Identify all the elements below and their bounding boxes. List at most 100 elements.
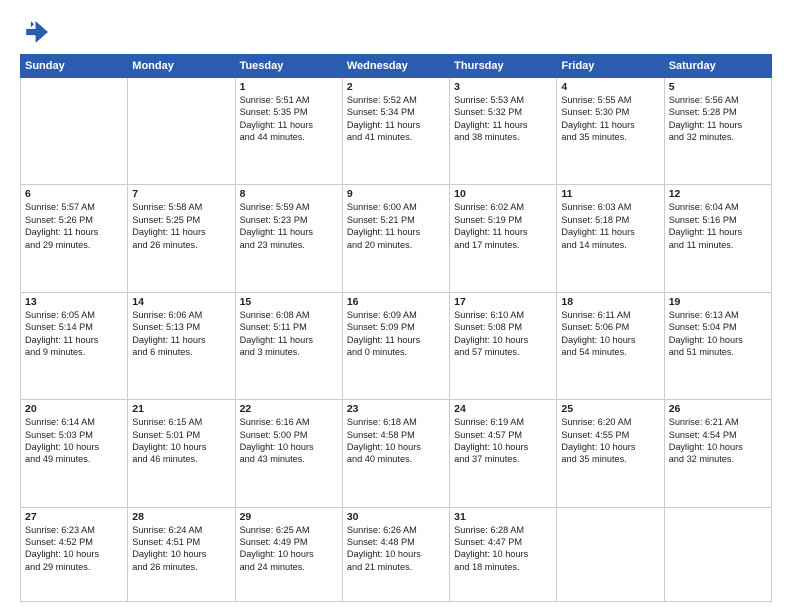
day-info: Sunrise: 6:00 AM Sunset: 5:21 PM Dayligh… [347,201,445,251]
day-cell: 11Sunrise: 6:03 AM Sunset: 5:18 PM Dayli… [557,185,664,292]
day-cell: 18Sunrise: 6:11 AM Sunset: 5:06 PM Dayli… [557,292,664,399]
logo [20,18,52,46]
day-cell: 2Sunrise: 5:52 AM Sunset: 5:34 PM Daylig… [342,78,449,185]
day-number: 2 [347,81,445,93]
day-number: 10 [454,188,552,200]
day-info: Sunrise: 5:57 AM Sunset: 5:26 PM Dayligh… [25,201,123,251]
day-number: 17 [454,296,552,308]
day-number: 23 [347,403,445,415]
day-number: 29 [240,511,338,523]
day-cell: 10Sunrise: 6:02 AM Sunset: 5:19 PM Dayli… [450,185,557,292]
day-info: Sunrise: 6:08 AM Sunset: 5:11 PM Dayligh… [240,309,338,359]
day-info: Sunrise: 6:05 AM Sunset: 5:14 PM Dayligh… [25,309,123,359]
day-cell: 30Sunrise: 6:26 AM Sunset: 4:48 PM Dayli… [342,507,449,601]
day-number: 19 [669,296,767,308]
day-number: 21 [132,403,230,415]
day-number: 1 [240,81,338,93]
day-number: 28 [132,511,230,523]
day-info: Sunrise: 6:04 AM Sunset: 5:16 PM Dayligh… [669,201,767,251]
day-cell: 24Sunrise: 6:19 AM Sunset: 4:57 PM Dayli… [450,400,557,507]
day-number: 31 [454,511,552,523]
day-cell: 21Sunrise: 6:15 AM Sunset: 5:01 PM Dayli… [128,400,235,507]
day-cell: 9Sunrise: 6:00 AM Sunset: 5:21 PM Daylig… [342,185,449,292]
day-info: Sunrise: 6:02 AM Sunset: 5:19 PM Dayligh… [454,201,552,251]
day-cell: 3Sunrise: 5:53 AM Sunset: 5:32 PM Daylig… [450,78,557,185]
weekday-header-sunday: Sunday [21,55,128,78]
page: SundayMondayTuesdayWednesdayThursdayFrid… [0,0,792,612]
day-info: Sunrise: 6:26 AM Sunset: 4:48 PM Dayligh… [347,524,445,574]
day-info: Sunrise: 6:25 AM Sunset: 4:49 PM Dayligh… [240,524,338,574]
day-info: Sunrise: 6:06 AM Sunset: 5:13 PM Dayligh… [132,309,230,359]
day-number: 24 [454,403,552,415]
header [20,18,772,46]
day-number: 13 [25,296,123,308]
day-cell: 16Sunrise: 6:09 AM Sunset: 5:09 PM Dayli… [342,292,449,399]
day-cell: 7Sunrise: 5:58 AM Sunset: 5:25 PM Daylig… [128,185,235,292]
day-info: Sunrise: 6:16 AM Sunset: 5:00 PM Dayligh… [240,416,338,466]
day-info: Sunrise: 6:28 AM Sunset: 4:47 PM Dayligh… [454,524,552,574]
day-number: 3 [454,81,552,93]
day-cell: 5Sunrise: 5:56 AM Sunset: 5:28 PM Daylig… [664,78,771,185]
day-cell: 26Sunrise: 6:21 AM Sunset: 4:54 PM Dayli… [664,400,771,507]
day-info: Sunrise: 6:21 AM Sunset: 4:54 PM Dayligh… [669,416,767,466]
day-number: 20 [25,403,123,415]
day-info: Sunrise: 6:13 AM Sunset: 5:04 PM Dayligh… [669,309,767,359]
day-cell: 14Sunrise: 6:06 AM Sunset: 5:13 PM Dayli… [128,292,235,399]
day-cell: 25Sunrise: 6:20 AM Sunset: 4:55 PM Dayli… [557,400,664,507]
day-number: 30 [347,511,445,523]
day-cell: 1Sunrise: 5:51 AM Sunset: 5:35 PM Daylig… [235,78,342,185]
weekday-header-thursday: Thursday [450,55,557,78]
day-cell: 29Sunrise: 6:25 AM Sunset: 4:49 PM Dayli… [235,507,342,601]
day-cell: 31Sunrise: 6:28 AM Sunset: 4:47 PM Dayli… [450,507,557,601]
day-cell: 22Sunrise: 6:16 AM Sunset: 5:00 PM Dayli… [235,400,342,507]
calendar-table: SundayMondayTuesdayWednesdayThursdayFrid… [20,54,772,602]
day-info: Sunrise: 6:10 AM Sunset: 5:08 PM Dayligh… [454,309,552,359]
week-row-2: 6Sunrise: 5:57 AM Sunset: 5:26 PM Daylig… [21,185,772,292]
weekday-header-wednesday: Wednesday [342,55,449,78]
day-cell: 15Sunrise: 6:08 AM Sunset: 5:11 PM Dayli… [235,292,342,399]
day-cell: 20Sunrise: 6:14 AM Sunset: 5:03 PM Dayli… [21,400,128,507]
day-info: Sunrise: 6:03 AM Sunset: 5:18 PM Dayligh… [561,201,659,251]
week-row-4: 20Sunrise: 6:14 AM Sunset: 5:03 PM Dayli… [21,400,772,507]
day-number: 22 [240,403,338,415]
day-number: 15 [240,296,338,308]
day-cell: 27Sunrise: 6:23 AM Sunset: 4:52 PM Dayli… [21,507,128,601]
day-cell: 13Sunrise: 6:05 AM Sunset: 5:14 PM Dayli… [21,292,128,399]
day-number: 9 [347,188,445,200]
weekday-header-tuesday: Tuesday [235,55,342,78]
day-number: 5 [669,81,767,93]
day-number: 7 [132,188,230,200]
weekday-header-friday: Friday [557,55,664,78]
day-number: 14 [132,296,230,308]
weekday-header-row: SundayMondayTuesdayWednesdayThursdayFrid… [21,55,772,78]
day-info: Sunrise: 5:59 AM Sunset: 5:23 PM Dayligh… [240,201,338,251]
day-info: Sunrise: 5:51 AM Sunset: 5:35 PM Dayligh… [240,94,338,144]
week-row-5: 27Sunrise: 6:23 AM Sunset: 4:52 PM Dayli… [21,507,772,601]
day-info: Sunrise: 5:55 AM Sunset: 5:30 PM Dayligh… [561,94,659,144]
day-number: 18 [561,296,659,308]
day-number: 12 [669,188,767,200]
day-info: Sunrise: 6:11 AM Sunset: 5:06 PM Dayligh… [561,309,659,359]
day-cell: 17Sunrise: 6:10 AM Sunset: 5:08 PM Dayli… [450,292,557,399]
day-info: Sunrise: 6:23 AM Sunset: 4:52 PM Dayligh… [25,524,123,574]
day-cell [664,507,771,601]
day-number: 26 [669,403,767,415]
day-number: 6 [25,188,123,200]
day-info: Sunrise: 6:24 AM Sunset: 4:51 PM Dayligh… [132,524,230,574]
day-number: 27 [25,511,123,523]
day-info: Sunrise: 5:53 AM Sunset: 5:32 PM Dayligh… [454,94,552,144]
day-number: 11 [561,188,659,200]
day-info: Sunrise: 6:20 AM Sunset: 4:55 PM Dayligh… [561,416,659,466]
day-number: 25 [561,403,659,415]
day-info: Sunrise: 6:15 AM Sunset: 5:01 PM Dayligh… [132,416,230,466]
day-number: 16 [347,296,445,308]
weekday-header-monday: Monday [128,55,235,78]
day-cell [128,78,235,185]
week-row-3: 13Sunrise: 6:05 AM Sunset: 5:14 PM Dayli… [21,292,772,399]
day-cell: 12Sunrise: 6:04 AM Sunset: 5:16 PM Dayli… [664,185,771,292]
day-number: 4 [561,81,659,93]
day-cell: 28Sunrise: 6:24 AM Sunset: 4:51 PM Dayli… [128,507,235,601]
day-number: 8 [240,188,338,200]
day-cell [557,507,664,601]
day-cell: 8Sunrise: 5:59 AM Sunset: 5:23 PM Daylig… [235,185,342,292]
